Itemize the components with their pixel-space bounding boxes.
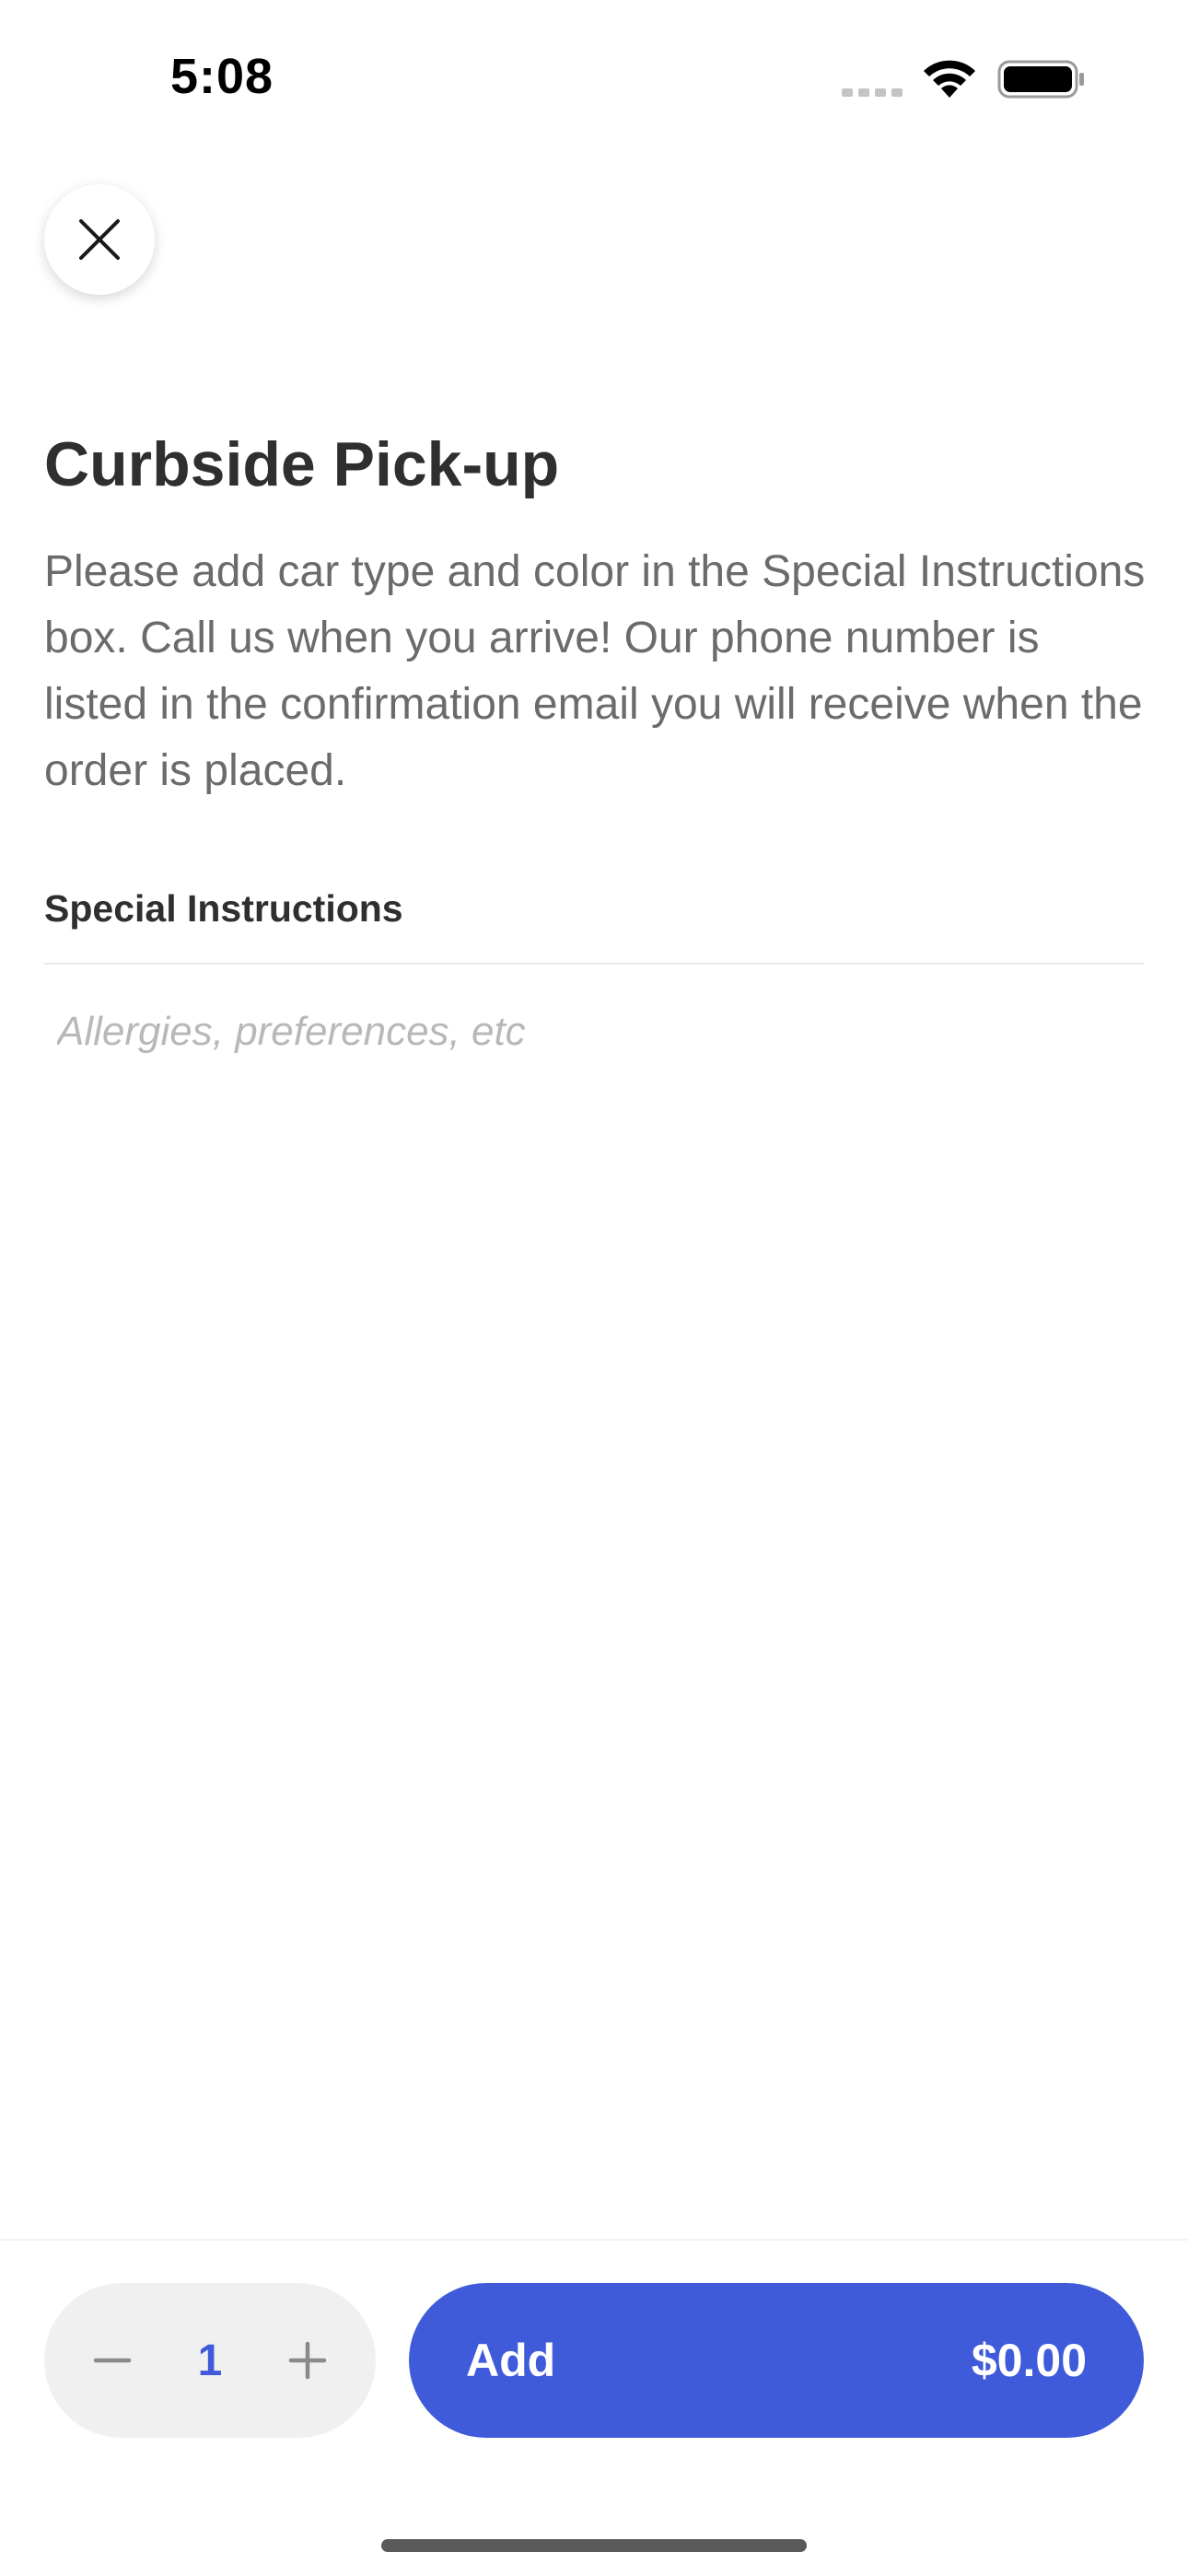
status-time: 5:08 xyxy=(170,49,274,104)
section-divider xyxy=(44,963,1144,965)
special-instructions-input[interactable] xyxy=(44,977,1144,1087)
pickup-description: Please add car type and color in the Spe… xyxy=(44,547,1146,795)
bottom-bar-divider xyxy=(0,2239,1188,2241)
home-indicator[interactable] xyxy=(381,2539,807,2552)
quantity-value: 1 xyxy=(197,2336,223,2385)
cellular-signal-icon xyxy=(842,88,903,97)
decrement-button[interactable] xyxy=(85,2333,140,2388)
quantity-stepper: 1 xyxy=(44,2283,376,2438)
add-to-order-button[interactable]: Add $0.00 xyxy=(409,2283,1144,2438)
special-instructions-label: Special Instructions xyxy=(44,887,403,930)
battery-icon xyxy=(997,60,1084,99)
minus-icon xyxy=(93,2358,132,2363)
close-button[interactable] xyxy=(44,184,155,295)
wifi-icon xyxy=(924,60,975,98)
page-title: Curbside Pick-up xyxy=(44,429,560,499)
add-button-price: $0.00 xyxy=(971,2335,1087,2386)
close-icon xyxy=(79,219,120,260)
add-button-label: Add xyxy=(466,2335,556,2386)
plus-icon xyxy=(288,2341,327,2380)
curbside-pickup-screen: 5:08 Curbside Pick-up Please add car typ… xyxy=(0,0,1188,2576)
status-bar: 5:08 xyxy=(0,0,1188,157)
increment-button[interactable] xyxy=(280,2333,335,2388)
